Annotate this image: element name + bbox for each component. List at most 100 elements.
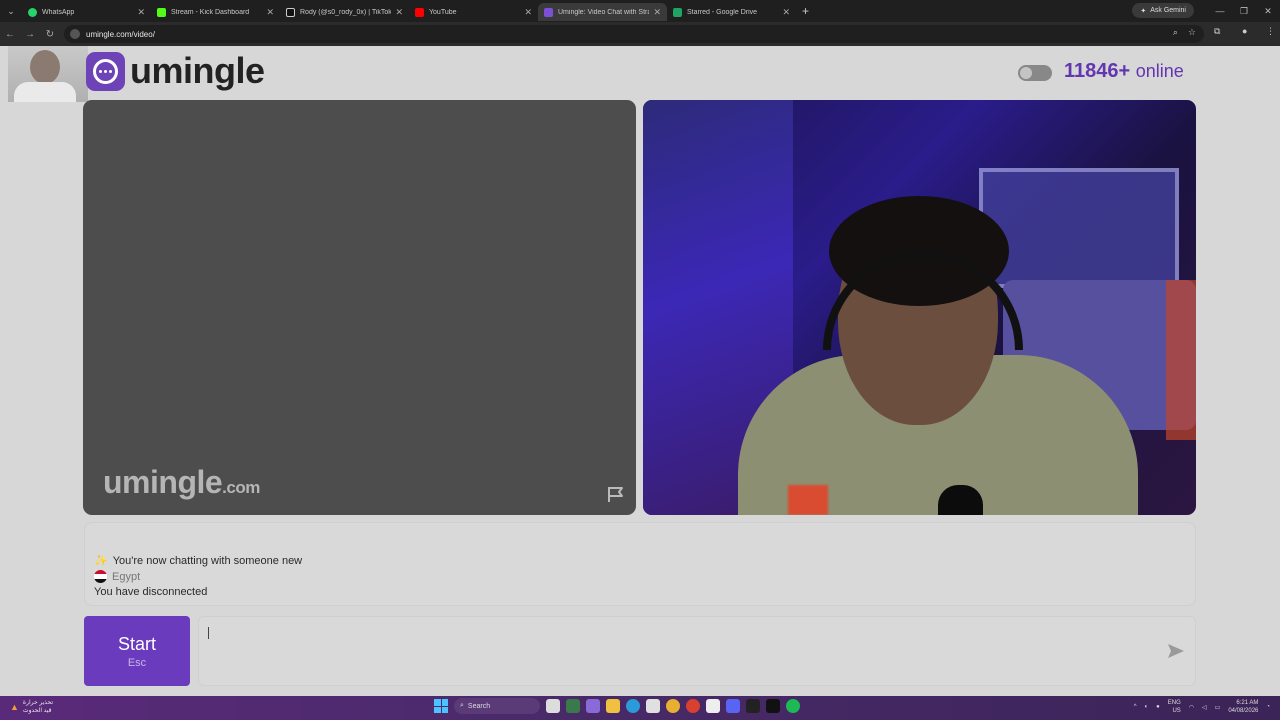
close-tab-icon[interactable]: ✕ <box>137 7 145 18</box>
close-tab-icon[interactable]: ✕ <box>266 7 274 18</box>
volume-icon[interactable]: ◁ <box>1202 704 1207 711</box>
battery-icon[interactable]: ▭ <box>1215 704 1221 711</box>
whatsapp-icon <box>28 7 37 17</box>
mic-icon[interactable]: ● <box>1156 704 1160 710</box>
bookmark-star-icon[interactable]: ☆ <box>1188 27 1196 38</box>
tab-tiktok[interactable]: Rody (@s0_rody_0x) | TikTok ✕ <box>280 3 409 21</box>
online-counter: 11846+ online <box>1064 60 1184 83</box>
reload-icon[interactable]: ↻ <box>40 29 60 40</box>
chevron-up-icon[interactable]: ^ <box>1134 704 1137 710</box>
watermark-main: umingle <box>103 464 223 500</box>
store-icon[interactable] <box>646 699 660 713</box>
weather-line1: تحذير حرارة <box>22 700 53 706</box>
close-tab-icon[interactable]: ✕ <box>395 7 403 18</box>
close-window-icon[interactable]: ✕ <box>1256 0 1280 22</box>
url-text: umingle.com/video/ <box>86 29 155 39</box>
taskbar-apps: ⌕ Search <box>434 698 800 714</box>
tab-search-icon[interactable]: ⌄ <box>0 0 22 22</box>
tab-kick[interactable]: Stream - Kick Dashboard ✕ <box>151 3 280 21</box>
weather-widget[interactable]: ▲ تحذير حرارة قيد الحدوث <box>10 699 53 715</box>
youtube-icon <box>415 7 424 17</box>
taskbar-search[interactable]: ⌕ Search <box>454 698 540 714</box>
new-tab-button[interactable]: + <box>802 4 809 18</box>
minimize-icon[interactable]: — <box>1208 0 1232 22</box>
clock[interactable]: 6:21 AM 04/08/2026 <box>1228 699 1258 715</box>
back-icon[interactable]: ← <box>0 29 20 40</box>
windows-start-icon[interactable] <box>434 699 448 713</box>
chat-line-text: You have disconnected <box>94 586 208 598</box>
tab-title: Rody (@s0_rody_0x) | TikTok <box>300 8 392 16</box>
menu-dots-icon[interactable]: ⋮ <box>1266 26 1275 37</box>
address-bar: ← → ↻ umingle.com/video/ ⌕ ☆ ⧉ ● ⋮ <box>0 22 1280 46</box>
profile-avatar[interactable]: ● <box>1242 26 1247 36</box>
chrome-icon-2[interactable] <box>686 699 700 713</box>
heat-warning-icon: ▲ <box>10 702 19 712</box>
app-icon[interactable] <box>566 699 580 713</box>
close-tab-icon[interactable]: ✕ <box>524 7 532 18</box>
streamer-webcam-overlay <box>8 46 88 102</box>
url-field[interactable]: umingle.com/video/ ⌕ ☆ <box>64 25 1204 43</box>
tab-umingle[interactable]: Umingle: Video Chat with Stra ✕ <box>538 3 667 21</box>
forward-icon[interactable]: → <box>20 29 40 40</box>
message-input[interactable] <box>198 616 1196 686</box>
tab-title: Umingle: Video Chat with Stra <box>558 8 650 16</box>
chat-line-text: You're now chatting with someone new <box>112 554 303 567</box>
chat-line-disconnected: You have disconnected <box>94 586 207 598</box>
tab-whatsapp[interactable]: WhatsApp ✕ <box>22 3 151 21</box>
zoom-icon[interactable]: ⌕ <box>1173 27 1178 38</box>
discord-icon[interactable] <box>726 699 740 713</box>
region-code: US <box>1172 708 1181 714</box>
wifi-icon[interactable]: ◠ <box>1189 704 1194 711</box>
site-info-icon[interactable] <box>70 29 80 39</box>
task-view-icon[interactable] <box>546 699 560 713</box>
online-count: 11846+ <box>1064 60 1131 82</box>
clock-date: 04/08/2026 <box>1228 708 1259 714</box>
app-icon[interactable] <box>746 699 760 713</box>
extensions-icon[interactable]: ⧉ <box>1214 26 1220 37</box>
close-tab-icon[interactable]: ✕ <box>653 7 661 18</box>
report-flag-icon[interactable] <box>606 485 626 503</box>
start-label: Start <box>117 633 156 654</box>
spotify-icon[interactable] <box>786 699 800 713</box>
edge-icon[interactable] <box>626 699 640 713</box>
sparkle-icon: ✨ <box>94 555 108 567</box>
kick-icon <box>157 7 166 17</box>
tab-title: Starred - Google Drive <box>687 8 758 16</box>
ask-gemini-button[interactable]: ✦ Ask Gemini <box>1132 3 1194 18</box>
network-icon[interactable]: ◐ <box>1145 704 1149 710</box>
copilot-icon[interactable] <box>586 699 600 713</box>
start-shortcut: Esc <box>127 656 147 669</box>
ask-gemini-label: Ask Gemini <box>1150 7 1186 14</box>
umingle-logo-icon[interactable] <box>86 52 125 91</box>
chrome-icon[interactable] <box>666 699 680 713</box>
notifications-icon[interactable]: ◔ <box>1266 704 1270 710</box>
language-code: ENG <box>1167 700 1181 706</box>
chat-line-country: Egypt <box>94 570 140 583</box>
tab-google-drive[interactable]: Starred - Google Drive ✕ <box>667 3 796 21</box>
tab-title: Stream - Kick Dashboard <box>171 8 250 16</box>
taskbar-search-label: Search <box>467 702 491 710</box>
tab-title: YouTube <box>429 8 457 16</box>
stranger-video: umingle.com <box>83 100 636 515</box>
language-indicator[interactable]: ENG US <box>1168 699 1181 715</box>
clock-time: 6:21 AM <box>1236 700 1259 706</box>
tiktok-icon <box>286 7 295 17</box>
text-caret <box>208 627 209 639</box>
search-icon: ⌕ <box>460 702 464 709</box>
self-video <box>643 100 1196 515</box>
close-tab-icon[interactable]: ✕ <box>782 7 790 18</box>
chat-line-new-partner: ✨ You're now chatting with someone new <box>94 554 303 568</box>
tab-title: WhatsApp <box>42 8 75 16</box>
egypt-flag-icon <box>94 570 107 583</box>
windows-taskbar: ▲ تحذير حرارة قيد الحدوث ⌕ Search ^ ◐ ● … <box>0 696 1280 720</box>
theme-toggle[interactable] <box>1018 65 1052 81</box>
start-button[interactable]: Start Esc <box>84 616 190 686</box>
tab-youtube[interactable]: YouTube ✕ <box>409 3 538 21</box>
watermark-suffix: .com <box>222 478 260 497</box>
umingle-logo-text[interactable]: umingle <box>130 50 265 92</box>
send-icon[interactable] <box>1167 643 1185 659</box>
maximize-icon[interactable]: ❐ <box>1232 0 1256 22</box>
capcut-icon[interactable] <box>766 699 780 713</box>
obs-icon[interactable] <box>706 699 720 713</box>
file-explorer-icon[interactable] <box>606 699 620 713</box>
